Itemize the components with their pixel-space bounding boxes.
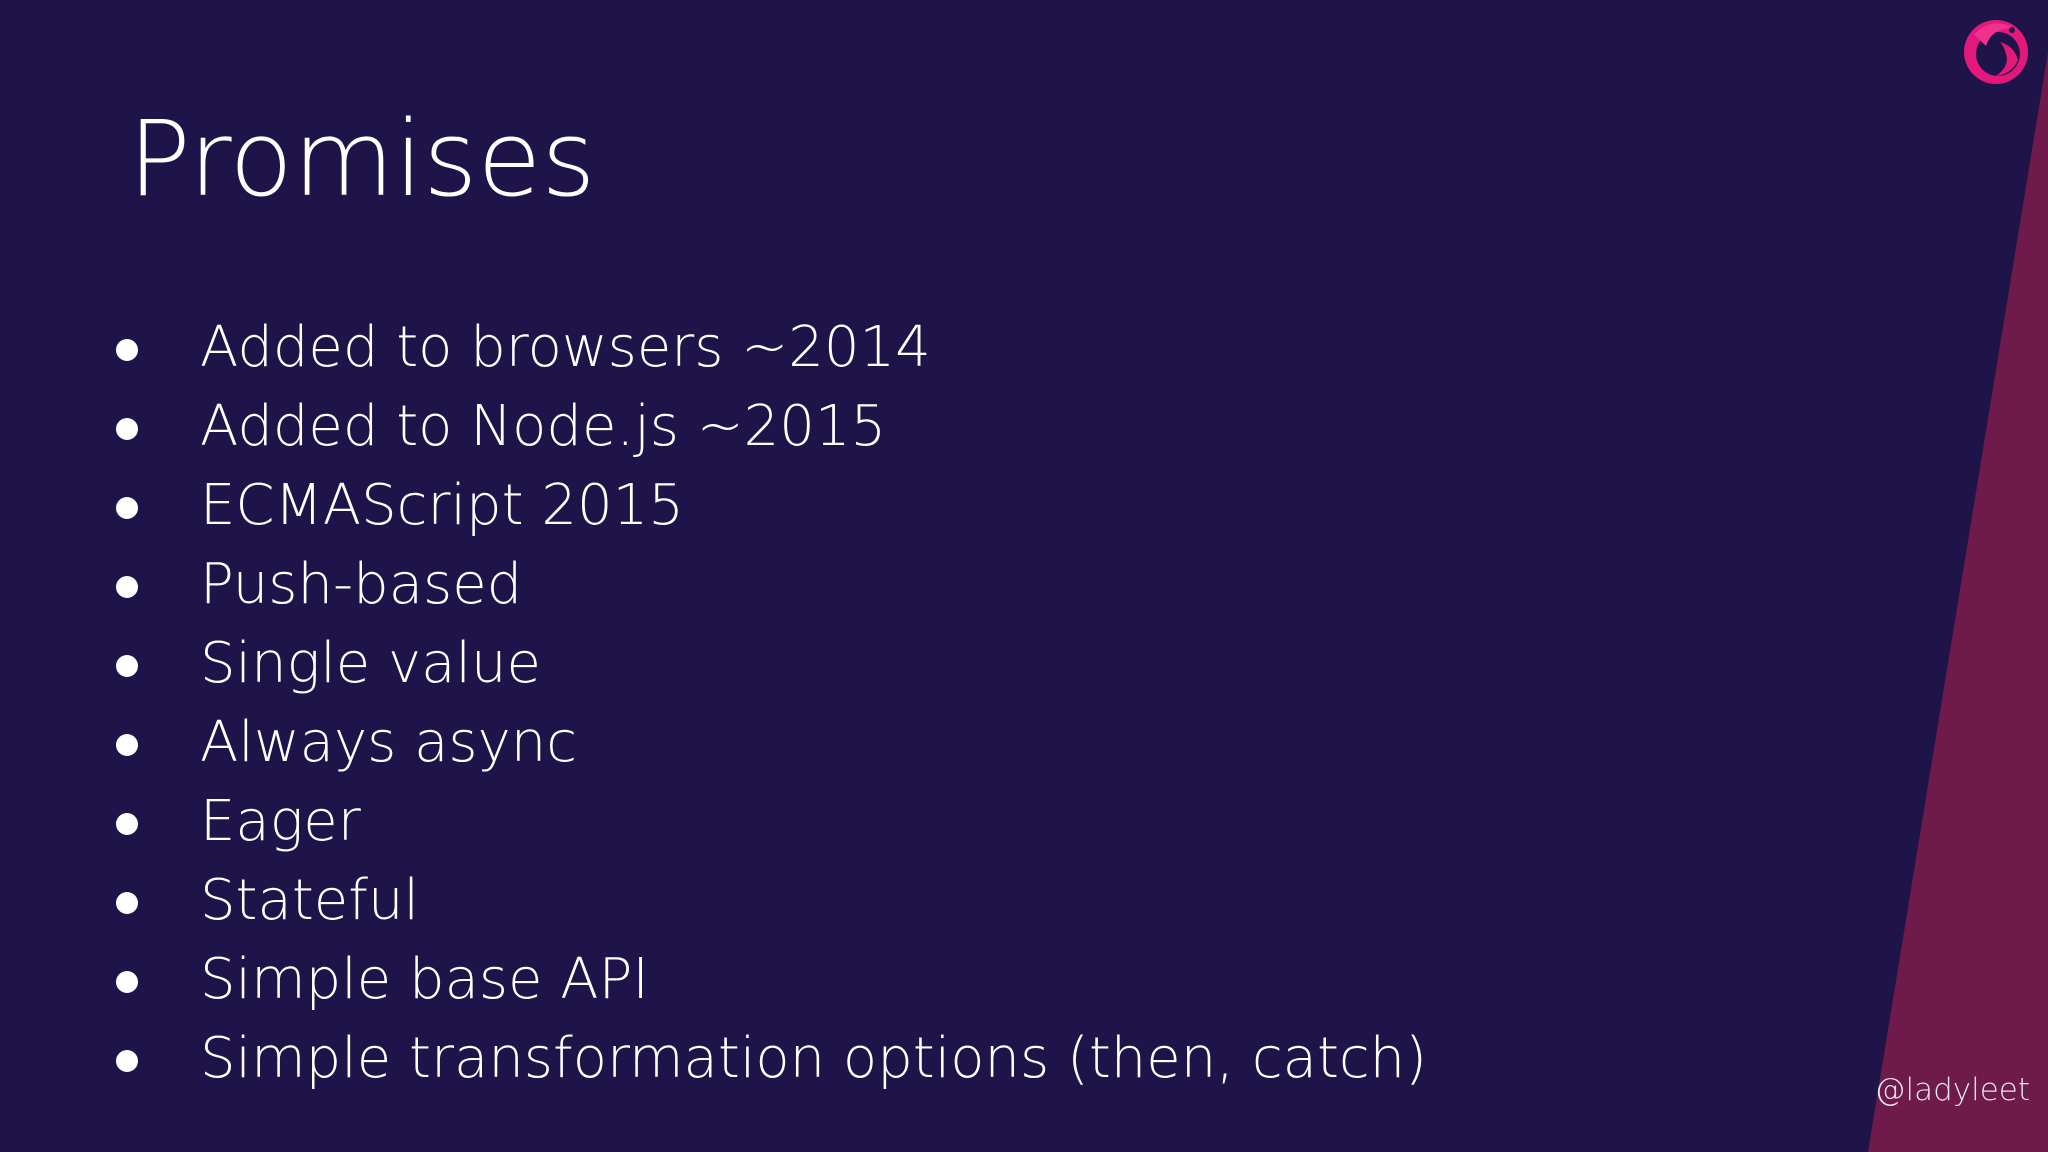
- speaker-handle: @ladyleet: [1874, 1072, 2030, 1108]
- bullet-text: Always async: [200, 710, 578, 775]
- bullet-dot-icon: [116, 338, 138, 361]
- bullet-text: Single value: [200, 631, 541, 696]
- bullet-text: ECMAScript 2015: [200, 473, 684, 538]
- bullet-dot-icon: [116, 812, 138, 835]
- bullet-item: Push-based: [116, 545, 1427, 624]
- bullet-text: Simple transformation options (then, cat…: [200, 1026, 1428, 1091]
- slide-title: Promises: [128, 98, 596, 220]
- bullet-item: Simple base API: [116, 940, 1427, 1019]
- bullet-item: Eager: [116, 782, 1427, 861]
- bullet-text: Stateful: [200, 868, 419, 933]
- bullet-item: ECMAScript 2015: [116, 466, 1427, 545]
- bullet-item: Added to Node.js ~2015: [116, 387, 1427, 466]
- bullet-text: Added to Node.js ~2015: [200, 394, 887, 459]
- bullet-dot-icon: [116, 891, 138, 914]
- bullet-item: Stateful: [116, 861, 1427, 940]
- bullet-text: Added to browsers ~2014: [200, 315, 931, 380]
- bullet-item: Always async: [116, 703, 1427, 782]
- bullet-text: Simple base API: [200, 947, 649, 1012]
- rxjs-logo-icon: [1964, 20, 2028, 84]
- bullet-list: Added to browsers ~2014 Added to Node.js…: [116, 308, 1427, 1098]
- bullet-item: Single value: [116, 624, 1427, 703]
- bullet-dot-icon: [116, 1049, 138, 1072]
- bullet-text: Push-based: [200, 552, 523, 617]
- bullet-dot-icon: [116, 970, 138, 993]
- bullet-dot-icon: [116, 575, 138, 598]
- bullet-item: Simple transformation options (then, cat…: [116, 1019, 1427, 1098]
- bullet-dot-icon: [116, 733, 138, 756]
- bullet-dot-icon: [116, 654, 138, 677]
- bullet-dot-icon: [116, 496, 138, 519]
- bullet-item: Added to browsers ~2014: [116, 308, 1427, 387]
- slide: Promises Added to browsers ~2014 Added t…: [0, 0, 2048, 1152]
- bullet-text: Eager: [200, 789, 361, 854]
- bullet-dot-icon: [116, 417, 138, 440]
